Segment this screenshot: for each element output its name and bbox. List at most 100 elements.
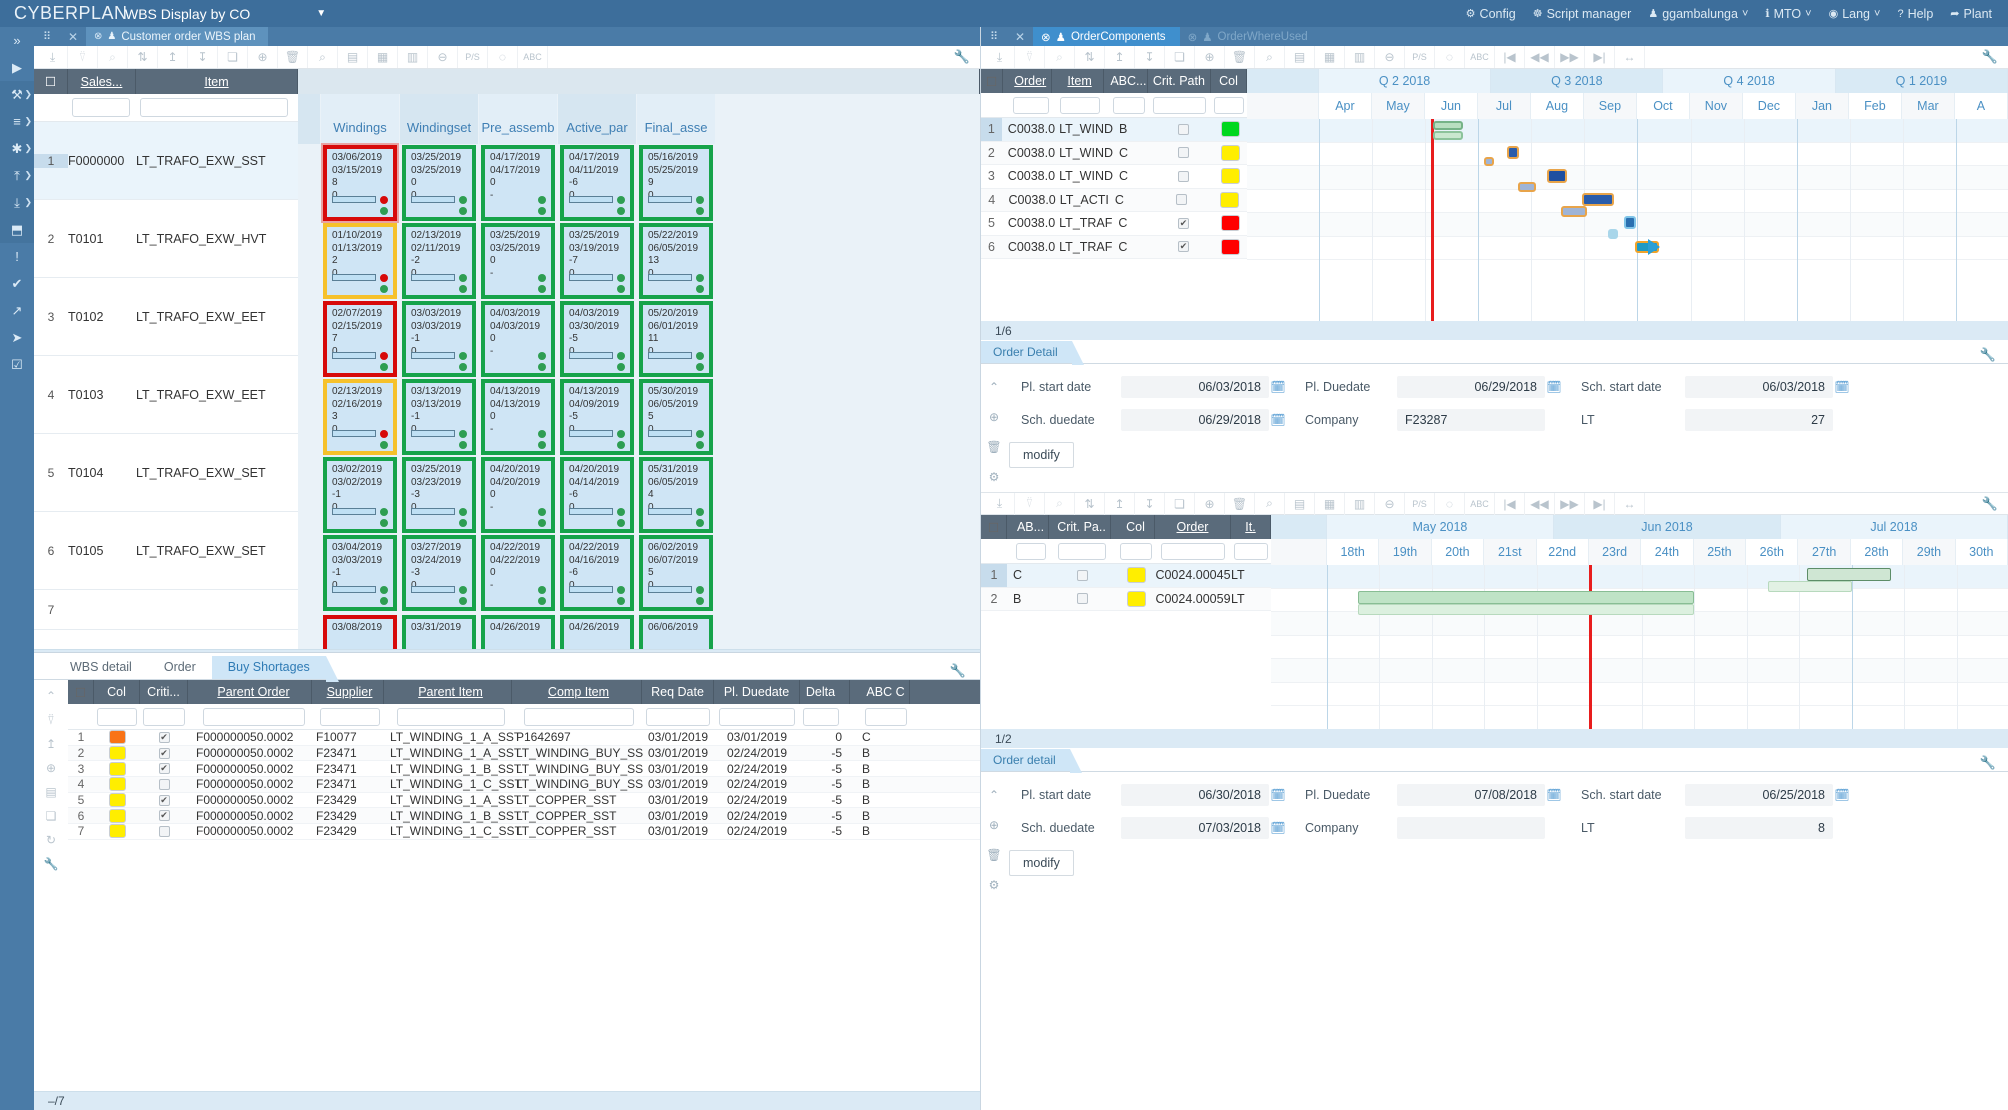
card-cell[interactable]: 04/20/2019 04/14/2019 -6 0 xyxy=(558,456,636,534)
card-cell[interactable]: 04/20/2019 04/20/2019 0- xyxy=(479,456,557,534)
rail-copy-icon[interactable]: ❏ xyxy=(34,804,68,828)
rail-export-icon[interactable]: ↥ xyxy=(34,732,68,756)
wrench-icon[interactable]: 🔧 xyxy=(950,663,980,679)
gantt-bar[interactable] xyxy=(1807,568,1891,581)
toolbar-ps-icon[interactable]: P/S xyxy=(1405,46,1435,68)
column-header-item[interactable]: Item xyxy=(136,69,298,94)
toolbar-add-icon[interactable]: ⊕ xyxy=(1195,46,1225,68)
toolbar-excel-icon[interactable]: ▤ xyxy=(1285,46,1315,68)
card-cell[interactable]: 03/04/2019 03/03/2019 -1 0 xyxy=(321,534,399,612)
card-cell[interactable]: 04/17/2019 04/17/2019 0- xyxy=(479,144,557,222)
toolbar-import-icon[interactable]: ⤓ xyxy=(985,492,1015,515)
table-row[interactable]: 5 ✔ F000000050.0002 F23429 LT_WINDING_1_A_SS… xyxy=(68,793,980,809)
filter-crit-path-input[interactable] xyxy=(1152,96,1206,114)
topbar-item-config[interactable]: ⚙ Config xyxy=(1466,7,1516,21)
bottom-tab-buy-shortages[interactable]: Buy Shortages xyxy=(211,656,339,682)
filter-duedate-input[interactable] xyxy=(719,707,795,726)
table-row[interactable]: 6 ✔ F000000050.0002 F23429 LT_WINDING_1_B_SS… xyxy=(68,808,980,825)
wbs-card[interactable]: 03/25/2019 03/23/2019 -3 0 xyxy=(402,457,476,533)
rail-play-icon[interactable]: ▶ xyxy=(0,54,34,81)
toolbar-abc-icon[interactable]: ABC xyxy=(518,46,548,68)
table-row[interactable]: 3 C0038.0 LT_WIND C xyxy=(981,165,1247,189)
toolbar-filter-off-icon[interactable]: ⍢ xyxy=(68,46,98,68)
topbar-item-ggambalunga[interactable]: ♟ ggambalunga ˅ xyxy=(1648,7,1748,21)
gantt-bottom-body[interactable] xyxy=(1271,565,2008,729)
bottom-tab-order[interactable]: Order xyxy=(148,656,212,679)
gantt-bar[interactable] xyxy=(1433,131,1464,140)
toolbar-ps-icon[interactable]: P/S xyxy=(1405,492,1435,515)
rail-collapse-up-icon[interactable]: ⌃ xyxy=(981,372,1007,402)
wbs-card[interactable]: 04/03/2019 03/30/2019 -5 0 xyxy=(560,301,634,377)
crit-path-cell[interactable] xyxy=(1049,564,1111,587)
wbs-card[interactable]: 03/06/2019 03/15/2019 8 0 xyxy=(321,143,399,223)
filter-req-date-input[interactable] xyxy=(646,707,710,726)
card-cell[interactable]: 03/31/2019 xyxy=(400,612,478,649)
table-row[interactable]: 2 C0038.0 LT_WIND C xyxy=(981,141,1247,165)
rail-alert-icon[interactable]: ! xyxy=(0,243,34,270)
header-abc[interactable]: ABC C xyxy=(850,680,910,704)
toolbar-sort-icon[interactable]: ⇅ xyxy=(1075,46,1105,68)
select-all-checkbox[interactable]: ☐ xyxy=(981,69,1004,93)
rail-add-icon[interactable]: ⊕ xyxy=(981,810,1007,840)
rail-expand-icon[interactable]: » xyxy=(0,27,34,54)
rail-gear-icon[interactable]: ⚙ xyxy=(981,870,1007,900)
wbs-card[interactable]: 04/22/2019 04/16/2019 -6 0 xyxy=(560,535,634,611)
card-cell[interactable]: 04/03/2019 04/03/2019 0- xyxy=(479,300,557,378)
wrench-icon[interactable]: 🔧 xyxy=(1982,49,2008,65)
header-critical[interactable]: Criti... xyxy=(140,680,188,704)
rail-delete-icon[interactable]: 🗑 xyxy=(981,432,1007,462)
toolbar-delete-icon[interactable]: 🗑 xyxy=(1225,46,1255,68)
toolbar-filter-clear-icon[interactable]: ⌕ xyxy=(1045,492,1075,515)
card-cell[interactable]: 04/22/2019 04/16/2019 -6 0 xyxy=(558,534,636,612)
wbs-row[interactable]: 6 T0105 LT_TRAFO_EXW_SET xyxy=(34,512,298,590)
tab-orderwhereused[interactable]: ⊗ ♟ OrderWhereUsed xyxy=(1179,27,1322,46)
gantt-bar[interactable] xyxy=(1581,192,1614,206)
close-icon[interactable]: ⊗ xyxy=(94,31,102,42)
wbs-card[interactable]: 03/31/2019 xyxy=(402,615,476,649)
card-cell[interactable]: 03/25/2019 03/23/2019 -3 0 xyxy=(400,456,478,534)
grip-icon[interactable]: ⠿ xyxy=(34,27,60,46)
gantt-bar[interactable] xyxy=(1507,145,1520,159)
wbs-card[interactable]: 03/04/2019 03/03/2019 -1 0 xyxy=(323,535,397,611)
crit-path-cell[interactable] xyxy=(1154,142,1213,165)
close-all-icon[interactable]: ✕ xyxy=(60,27,86,46)
field-value[interactable]: 8 xyxy=(1685,817,1833,839)
wbs-card[interactable]: 05/22/2019 06/05/2019 13 0 xyxy=(639,223,713,299)
table-row[interactable]: 6 C0038.0 LT_TRAF C ✔ xyxy=(981,235,1247,259)
gantt-bar[interactable] xyxy=(1608,229,1619,239)
wbs-card[interactable]: 03/27/2019 03/24/2019 -3 0 xyxy=(402,535,476,611)
card-cell[interactable]: 03/02/2019 03/02/2019 -1 0 xyxy=(321,456,399,534)
header-col[interactable]: Col xyxy=(94,680,140,704)
card-cell[interactable]: 02/07/2019 02/15/2019 7 0 xyxy=(321,300,399,378)
calendar-icon[interactable]: 🗓 xyxy=(1833,788,1851,802)
filter-delta-input[interactable] xyxy=(802,707,840,726)
toolbar-book-icon[interactable]: ▥ xyxy=(1345,46,1375,68)
field-value[interactable]: 06/29/2018 xyxy=(1121,409,1269,431)
toolbar-excel-icon[interactable]: ▤ xyxy=(338,46,368,68)
gantt-bar[interactable] xyxy=(1358,590,1695,604)
toolbar-last-icon[interactable]: ▶| xyxy=(1585,46,1615,68)
critical-cell[interactable]: ✔ xyxy=(140,793,188,808)
wbs-card[interactable]: 04/17/2019 04/11/2019 -6 0 xyxy=(560,145,634,221)
topbar-item-help[interactable]: ? Help xyxy=(1897,7,1933,21)
rail-gear-burst-icon[interactable]: ✱ ❯ xyxy=(0,135,34,162)
gantt-top-body[interactable] xyxy=(1247,119,2008,321)
header-delta[interactable]: Delta xyxy=(800,680,850,704)
toolbar-copy-icon[interactable]: ❏ xyxy=(1165,46,1195,68)
header-parent-order[interactable]: Parent Order xyxy=(188,680,312,704)
rail-database-icon[interactable]: ≡ ❯ xyxy=(0,108,34,135)
wbs-card[interactable]: 04/03/2019 04/03/2019 0- xyxy=(481,301,555,377)
select-all-checkbox[interactable]: ☐ xyxy=(981,515,1007,539)
filter-abc-input[interactable] xyxy=(1113,96,1145,114)
filter-item-input[interactable] xyxy=(140,98,288,117)
wbs-card[interactable]: 05/30/2019 06/05/2019 5 0 xyxy=(639,379,713,455)
header-item[interactable]: It. xyxy=(1231,515,1271,539)
crit-path-cell[interactable] xyxy=(1049,588,1111,611)
gantt-bar[interactable] xyxy=(1767,581,1852,592)
filter-crit-path-input[interactable] xyxy=(1057,542,1107,560)
card-cell[interactable]: 06/06/2019 xyxy=(637,612,715,649)
close-icon[interactable]: ⊗ xyxy=(1188,30,1198,44)
field-value[interactable]: 07/08/2018 xyxy=(1397,784,1545,806)
toolbar-export-down-icon[interactable]: ↧ xyxy=(1135,46,1165,68)
wbs-card[interactable]: 04/20/2019 04/20/2019 0- xyxy=(481,457,555,533)
